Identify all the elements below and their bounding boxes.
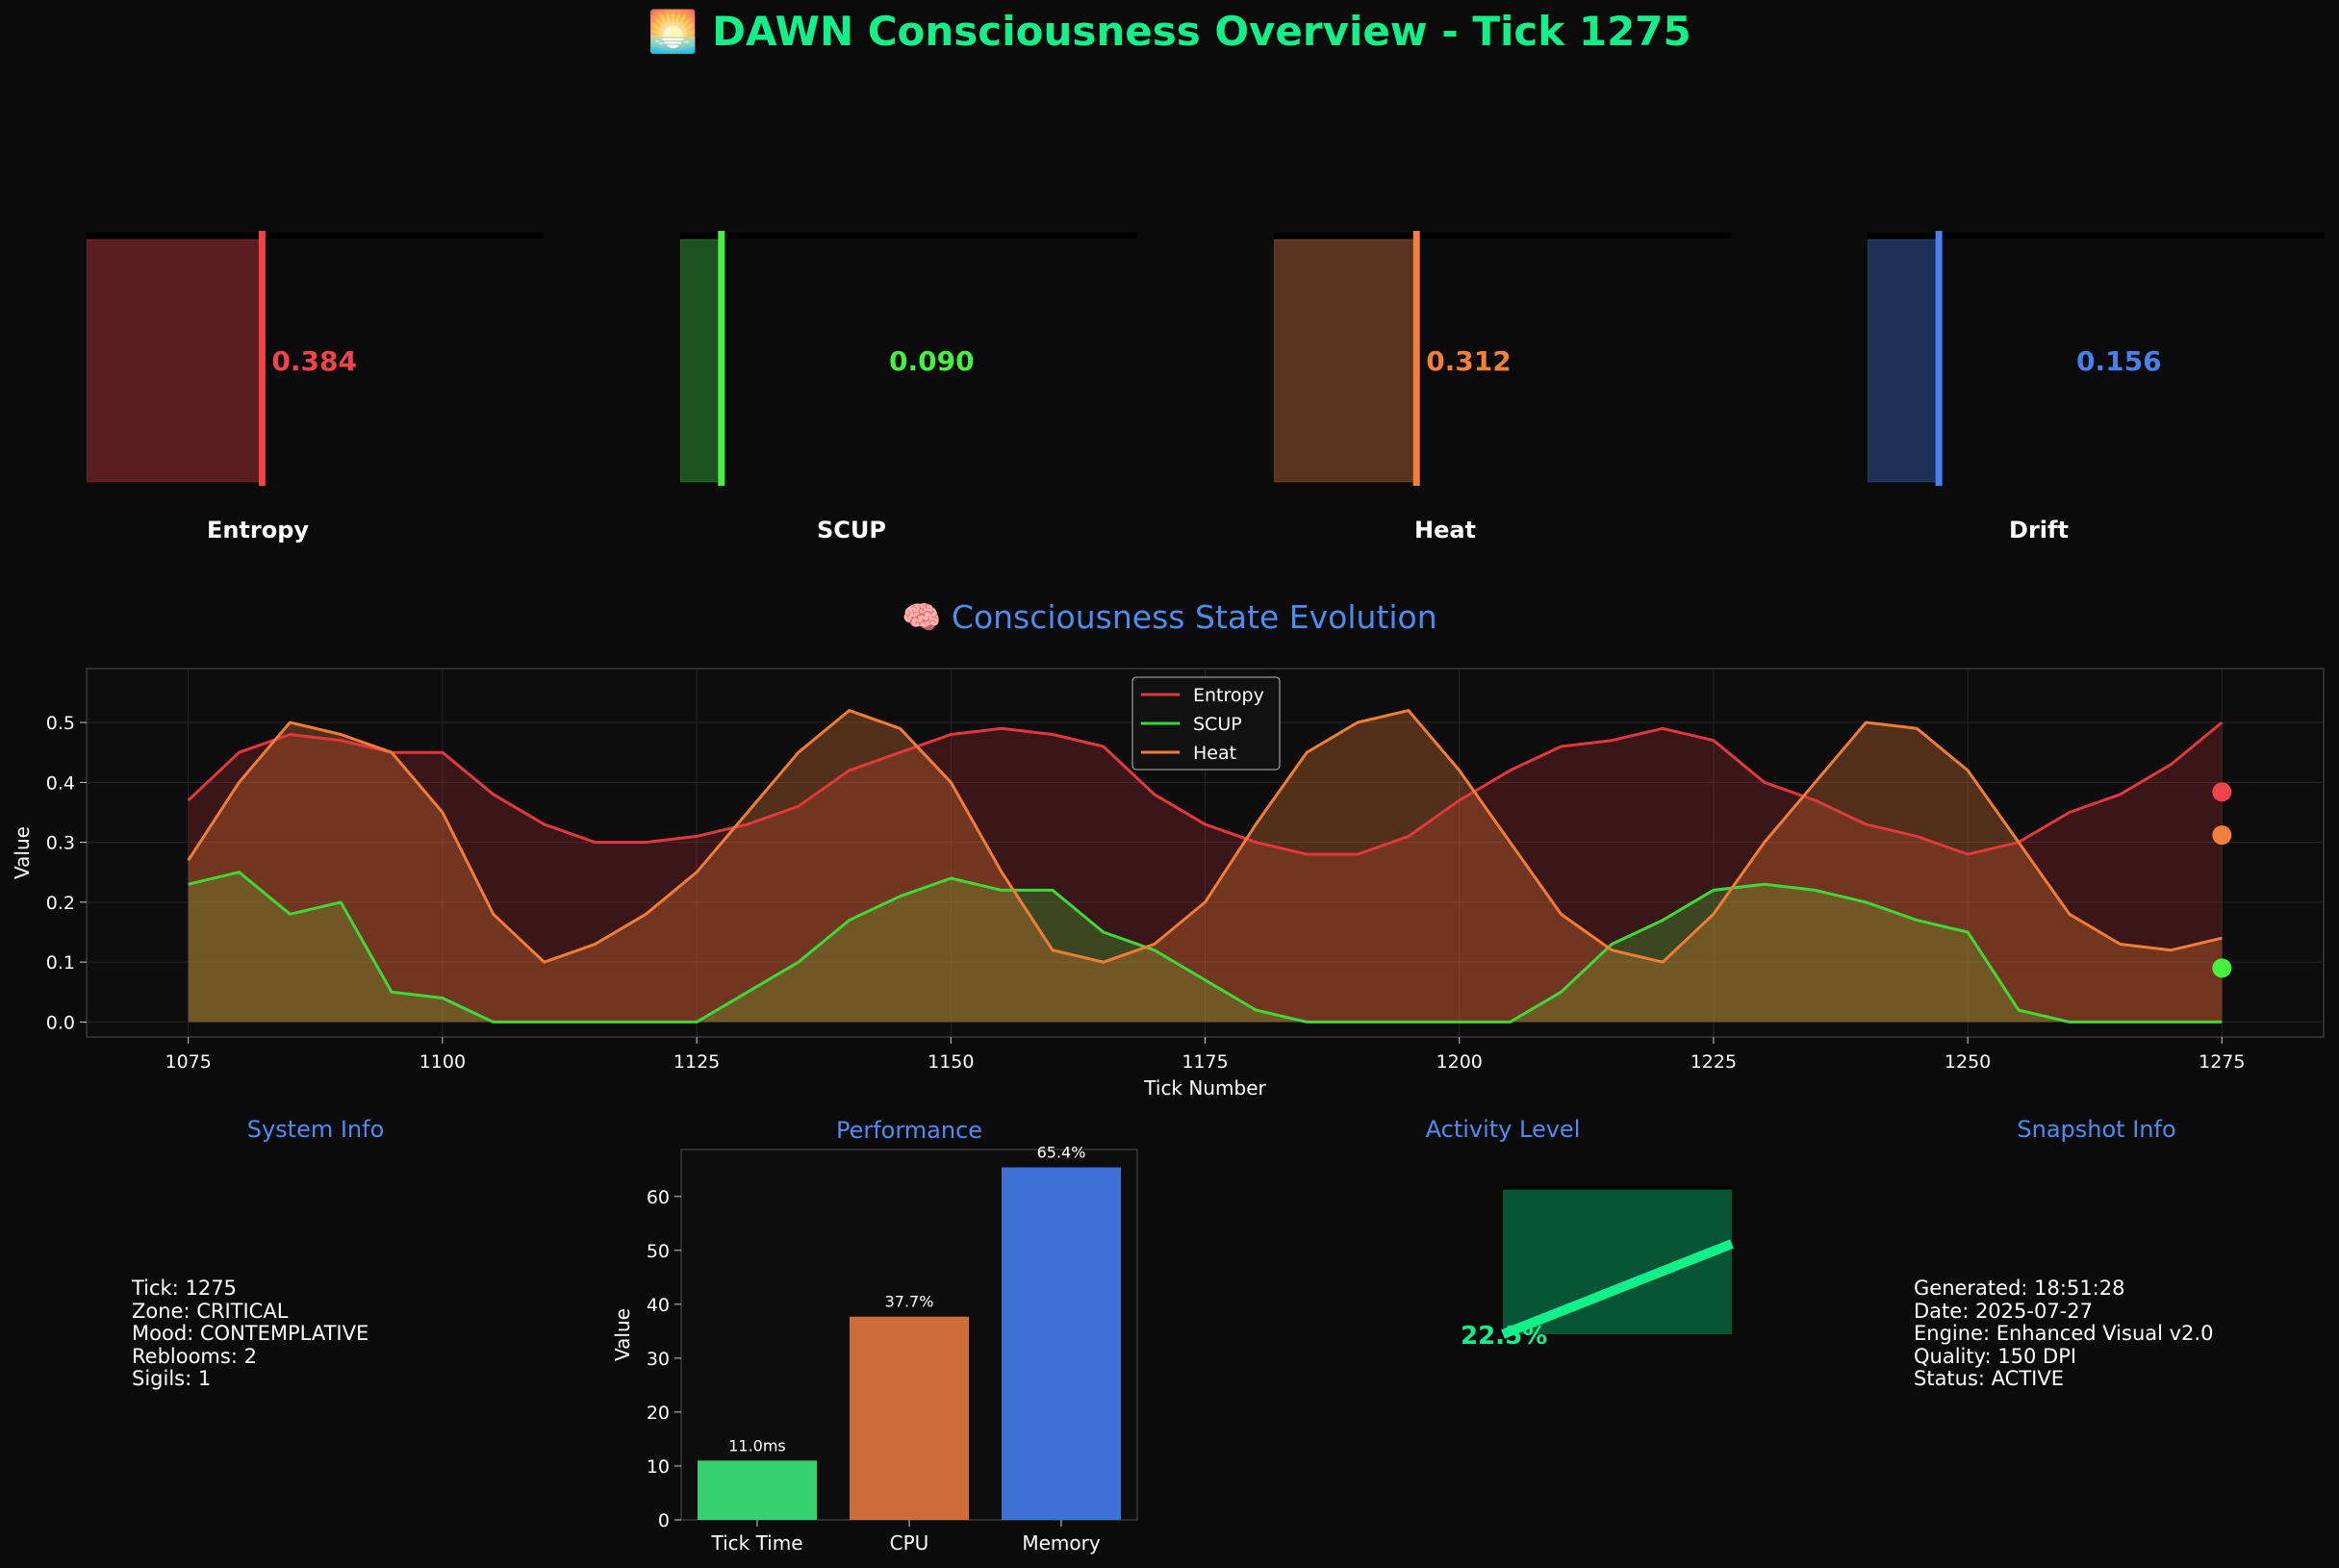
y-tick-label: 0.3 <box>46 833 75 854</box>
y-tick-label: 0.1 <box>46 952 75 974</box>
gauge-fill <box>1274 239 1417 483</box>
bar-data-label: 65.4% <box>1037 1143 1086 1161</box>
x-tick-label: 1200 <box>1436 1051 1483 1073</box>
endpoint-entropy <box>2212 782 2232 802</box>
y-axis-label: Value <box>11 826 34 879</box>
bar-data-label: 11.0ms <box>728 1436 786 1454</box>
snapshot-info-text: Generated: 18:51:28 Date: 2025-07-27 Eng… <box>1914 1277 2214 1390</box>
bar-data-label: 37.7% <box>885 1293 934 1311</box>
y-tick-label: 0 <box>658 1510 670 1531</box>
legend: Entropy SCUP Heat <box>1131 676 1281 771</box>
y-axis-label: Value <box>611 1308 634 1361</box>
page-title: 🌅 DAWN Consciousness Overview - Tick 127… <box>648 8 1691 55</box>
performance-chart: 0 10 20 30 40 50 60 Value 11.0ms Tick Time 37.7% CP… <box>611 1143 1138 1555</box>
x-tick-label: 1100 <box>419 1051 466 1073</box>
x-tick-label: 1250 <box>1945 1051 1991 1073</box>
system-info-title: System Info <box>246 1116 385 1143</box>
x-tick-label: 1275 <box>2199 1051 2245 1073</box>
legend-entry: Heat <box>1193 743 1236 764</box>
y-tick-label: 10 <box>647 1456 670 1478</box>
gauge-label: Entropy <box>206 517 310 544</box>
x-tick-label: Memory <box>1022 1531 1101 1555</box>
y-tick-label: 0.4 <box>46 772 75 794</box>
gauge-fill <box>680 239 723 483</box>
x-tick-label: 1075 <box>165 1051 212 1073</box>
bar <box>698 1460 817 1520</box>
gauge-value: 0.090 <box>889 345 975 377</box>
x-tick-label: Tick Time <box>710 1531 802 1555</box>
y-tick-label: 0.2 <box>46 893 75 914</box>
gauge-value: 0.312 <box>1426 345 1512 377</box>
gauge-scup: 0.090 <box>680 231 1137 486</box>
gauge-label: SCUP <box>817 517 886 544</box>
x-tick-label: 1225 <box>1691 1051 1737 1073</box>
x-axis-label: Tick Number <box>1143 1076 1266 1100</box>
gauge-value: 0.156 <box>2076 345 2162 377</box>
x-tick-label: CPU <box>890 1531 929 1555</box>
bar <box>1002 1167 1121 1520</box>
gauge-drift: 0.156 <box>1868 231 2325 486</box>
endpoint-heat <box>2212 825 2232 846</box>
gauge-label: Drift <box>2009 517 2069 544</box>
x-tick-label: 1125 <box>674 1051 720 1073</box>
system-info-text: Tick: 1275 Zone: CRITICAL Mood: CONTEMPL… <box>132 1277 369 1390</box>
gauge-label: Heat <box>1413 517 1477 544</box>
y-tick-label: 30 <box>647 1349 670 1370</box>
y-tick-label: 0.5 <box>46 713 75 734</box>
gauge-fill <box>1868 239 1940 483</box>
gauge-fill <box>87 239 263 483</box>
x-tick-label: 1175 <box>1182 1051 1228 1073</box>
legend-entry: Entropy <box>1193 685 1264 706</box>
y-tick-label: 60 <box>647 1187 670 1208</box>
activity-chart: 22.5% <box>1461 1186 1734 1351</box>
gauge-entropy: 0.384 <box>87 231 544 486</box>
snapshot-info-title: Snapshot Info <box>2017 1116 2176 1143</box>
endpoint-scup <box>2212 958 2232 978</box>
evolution-title: 🧠 Consciousness State Evolution <box>902 598 1437 636</box>
gauge-heat: 0.312 <box>1274 231 1731 486</box>
bar <box>850 1316 969 1520</box>
gauge-value: 0.384 <box>271 345 357 377</box>
y-tick-label: 50 <box>647 1241 670 1262</box>
x-tick-label: 1150 <box>928 1051 974 1073</box>
y-tick-label: 0.0 <box>46 1012 75 1033</box>
activity-value: 22.5% <box>1461 1322 1547 1351</box>
evolution-chart: 1075 1100 1125 1150 1175 1200 1225 1250 1275 0.0 0… <box>11 668 2325 1100</box>
y-tick-label: 40 <box>647 1295 670 1316</box>
activity-title: Activity Level <box>1425 1116 1581 1143</box>
legend-entry: SCUP <box>1193 714 1242 735</box>
y-tick-label: 20 <box>647 1403 670 1424</box>
